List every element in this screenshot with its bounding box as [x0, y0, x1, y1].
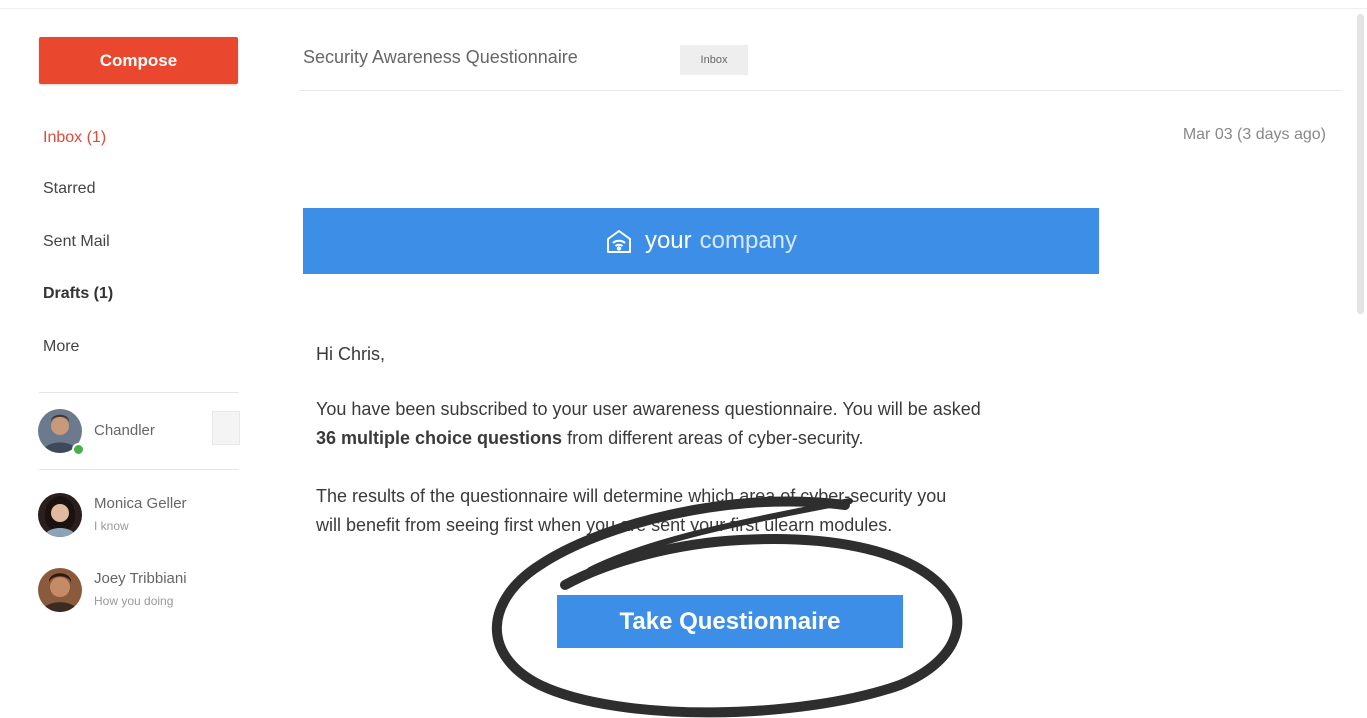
contact-joey-tribbiani[interactable]: Joey Tribbiani How you doing	[38, 568, 238, 614]
compose-button[interactable]: Compose	[39, 37, 238, 84]
contact-monica-geller[interactable]: Monica Geller I know	[38, 493, 238, 539]
sidebar-item-sent-mail[interactable]: Sent Mail	[43, 233, 110, 251]
contact-status: How you doing	[94, 594, 174, 608]
avatar	[38, 568, 82, 612]
contact-chandler[interactable]: Chandler	[38, 409, 238, 456]
paragraph-text: You have been subscribed to your user aw…	[316, 399, 981, 419]
contact-name: Monica Geller	[94, 495, 187, 512]
contact-status: I know	[94, 519, 129, 533]
paragraph-subscription: You have been subscribed to your user aw…	[316, 395, 1176, 453]
paragraph-results: The results of the questionnaire will de…	[316, 482, 1176, 540]
header-divider	[300, 90, 1342, 91]
inbox-label-badge[interactable]: Inbox	[680, 45, 748, 75]
question-count-highlight: 36 multiple choice questions	[316, 428, 563, 448]
sidebar-item-starred[interactable]: Starred	[43, 180, 95, 198]
online-status-icon	[72, 443, 85, 456]
company-banner: your company	[303, 208, 1099, 274]
email-date: Mar 03 (3 days ago)	[1182, 126, 1326, 143]
email-subject: Security Awareness Questionnaire	[303, 47, 578, 67]
sidebar-divider	[39, 392, 239, 393]
greeting: Hi Chris,	[316, 344, 386, 364]
banner-word-company: company	[699, 227, 798, 254]
sidebar-item-drafts[interactable]: Drafts (1)	[43, 285, 113, 303]
sidebar-item-more[interactable]: More	[43, 338, 79, 356]
contacts-divider	[39, 469, 239, 470]
take-questionnaire-button[interactable]: Take Questionnaire	[557, 595, 903, 648]
contact-name: Joey Tribbiani	[94, 570, 187, 587]
scrollbar[interactable]	[1357, 14, 1364, 314]
sidebar-item-inbox[interactable]: Inbox (1)	[43, 129, 106, 147]
chat-toggle-box[interactable]	[212, 411, 240, 445]
paragraph-text: will benefit from seeing first when you …	[316, 515, 893, 535]
banner-word-your: your	[644, 227, 692, 254]
paragraph-text: The results of the questionnaire will de…	[316, 486, 947, 506]
avatar	[38, 493, 82, 537]
home-wifi-icon	[605, 228, 633, 254]
contact-name: Chandler	[94, 422, 155, 439]
paragraph-text: from different areas of cyber-security.	[562, 428, 864, 448]
top-divider	[0, 8, 1367, 9]
